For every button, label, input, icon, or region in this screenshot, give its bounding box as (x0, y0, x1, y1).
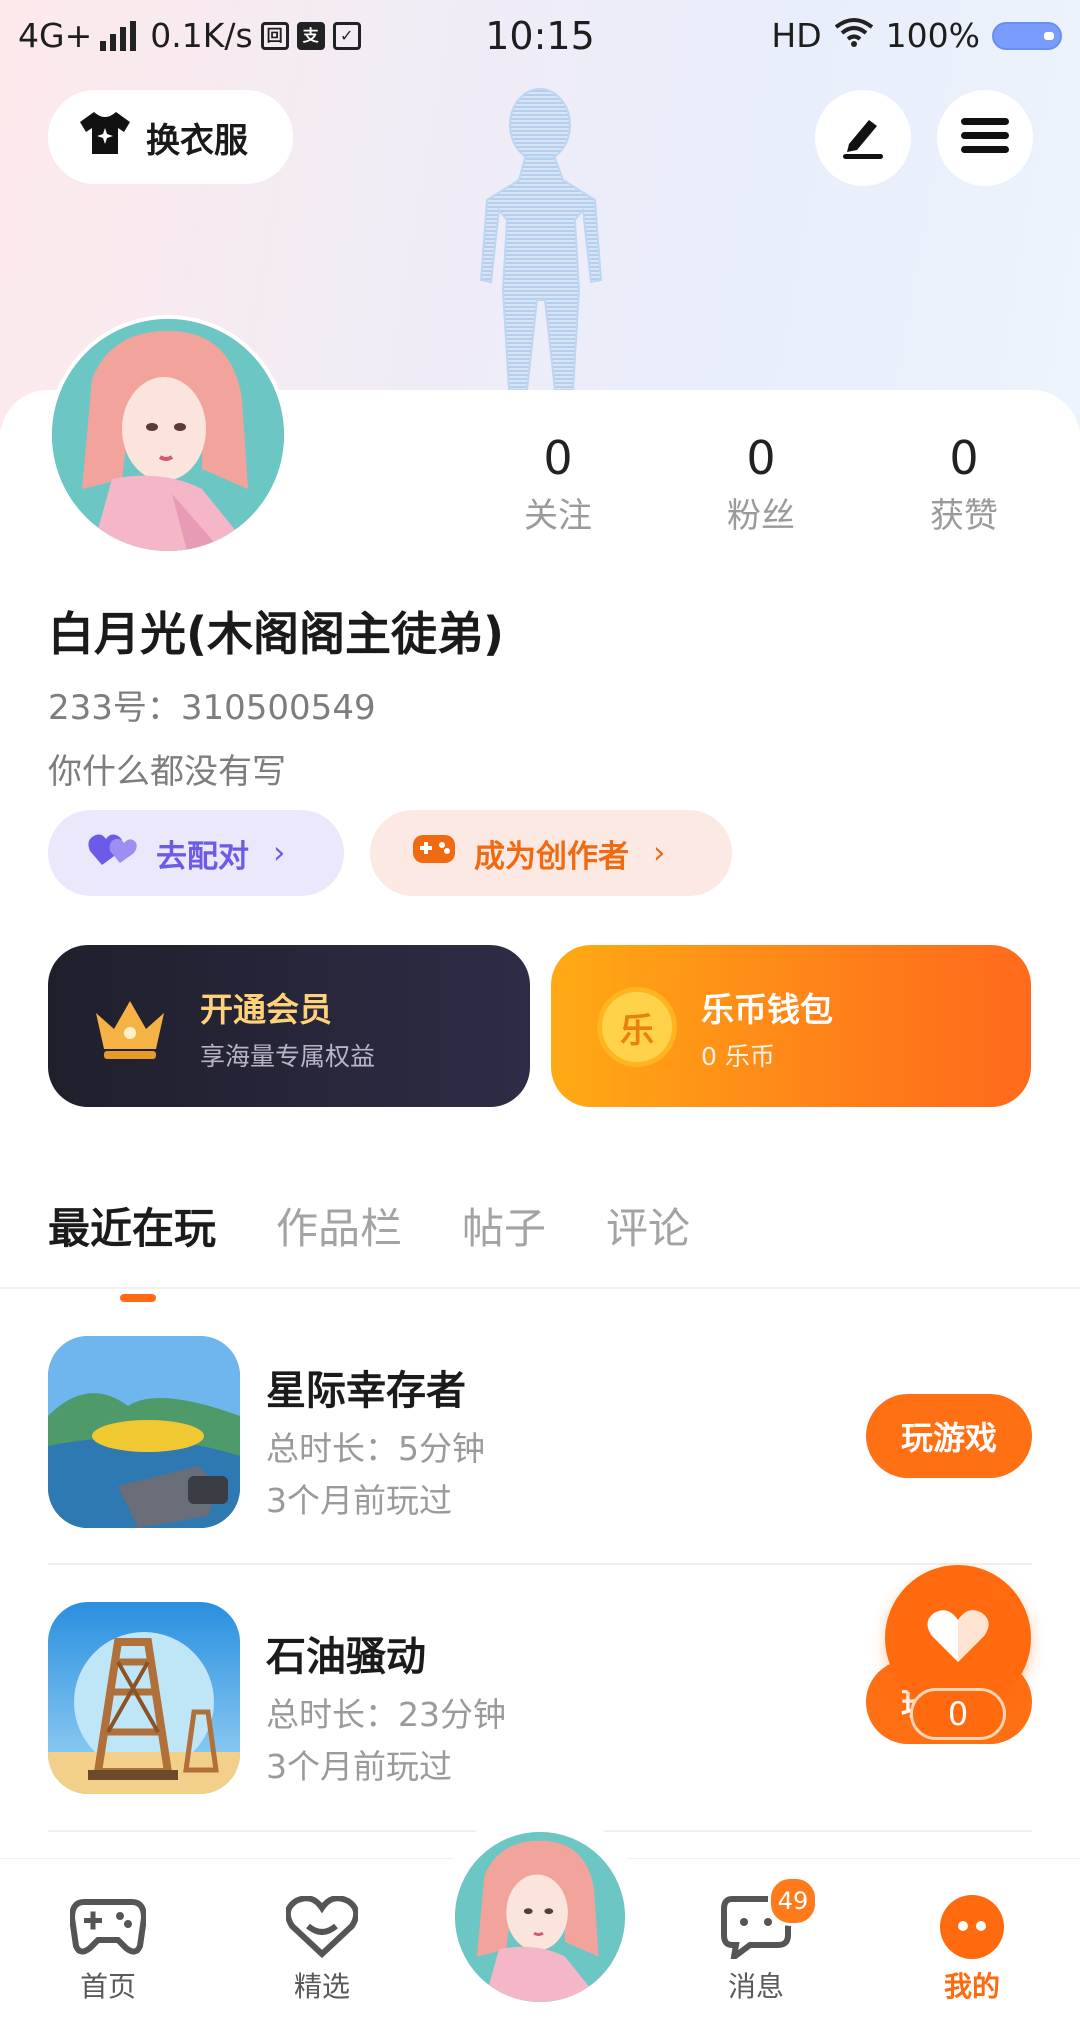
row-divider (48, 1563, 1032, 1565)
game-title: 星际幸存者 (266, 1368, 466, 1414)
change-outfit-label: 换衣服 (146, 120, 248, 161)
fans-label: 粉丝 (727, 496, 795, 536)
game-title: 石油骚动 (266, 1634, 426, 1680)
change-outfit-button[interactable]: 换衣服 (48, 90, 293, 184)
match-button[interactable]: 去配对 › (48, 810, 344, 896)
likes-count: 0 (949, 431, 979, 485)
coin-icon: 乐 (597, 987, 677, 1067)
heart-outline-icon (252, 1889, 392, 1965)
game-duration: 总时长：5分钟 (266, 1429, 485, 1468)
gamepad-icon (412, 832, 456, 874)
stat-following[interactable]: 0 关注 (478, 430, 638, 537)
vip-card[interactable]: 开通会员 享海量专属权益 (48, 945, 530, 1107)
content-tabs: 最近在玩 作品栏 帖子 评论 (48, 1195, 690, 1302)
tab-recently-played[interactable]: 最近在玩 (48, 1195, 216, 1302)
character-hologram (445, 70, 635, 391)
game-last-played: 3个月前玩过 (266, 1481, 452, 1520)
tab-comments[interactable]: 评论 (606, 1195, 690, 1256)
tab-works[interactable]: 作品栏 (276, 1195, 402, 1256)
likes-label: 获赞 (930, 496, 998, 536)
messages-badge: 49 (768, 1876, 818, 1926)
profile-bio: 你什么都没有写 (48, 752, 286, 792)
edit-profile-button[interactable] (815, 90, 911, 186)
profile-uid: 233号：310500549 (48, 688, 376, 728)
game-last-played: 3个月前玩过 (266, 1747, 452, 1786)
game-thumbnail (48, 1602, 240, 1794)
nav-home-label: 首页 (79, 1970, 136, 2003)
wallet-card[interactable]: 乐 乐币钱包 0 乐币 (551, 945, 1031, 1107)
game-thumbnail (48, 1336, 240, 1528)
game-duration: 总时长：23分钟 (266, 1695, 506, 1734)
battery-icon (992, 21, 1062, 50)
nav-featured[interactable]: 精选 (252, 1889, 392, 2005)
nav-home[interactable]: 首页 (38, 1889, 178, 2005)
battery-percent: 100% (885, 16, 980, 55)
gamepad-icon (38, 1889, 178, 1965)
wifi-icon (834, 16, 874, 55)
vip-subtitle: 享海量专属权益 (200, 1042, 376, 1071)
game-row[interactable]: 星际幸存者 总时长：5分钟 3个月前玩过 玩游戏 (48, 1336, 1032, 1528)
hearts-icon (88, 831, 138, 875)
vip-title: 开通会员 (200, 990, 332, 1029)
following-count: 0 (543, 431, 573, 485)
stat-likes[interactable]: 0 获赞 (884, 430, 1044, 537)
profile-avatar[interactable] (48, 315, 288, 555)
outfit-icon (78, 110, 132, 165)
become-creator-button[interactable]: 成为创作者 › (370, 810, 732, 896)
become-creator-label: 成为创作者 (474, 838, 629, 875)
pen-icon (839, 112, 887, 164)
user-face-icon (902, 1889, 1042, 1965)
tabs-divider (0, 1287, 1080, 1289)
hd-indicator: HD (771, 16, 822, 55)
profile-name: 白月光(木阁阁主徒弟) (48, 607, 505, 661)
floating-like-count: 0 (910, 1688, 1006, 1740)
chevron-right-icon: › (273, 835, 286, 871)
play-game-button[interactable]: 玩游戏 (866, 1394, 1032, 1478)
status-bar: 4G+ 0.1K/s 回 支 ✓ 10:15 HD 100% (0, 0, 1080, 74)
nav-mine[interactable]: 我的 (902, 1889, 1042, 2005)
nav-mine-label: 我的 (943, 1970, 1000, 2003)
chevron-right-icon: › (653, 835, 666, 871)
match-label: 去配对 (156, 838, 249, 875)
wallet-balance: 0 乐币 (701, 1042, 775, 1071)
nav-featured-label: 精选 (293, 1970, 350, 2003)
hamburger-icon (961, 116, 1009, 160)
center-avatar-button[interactable] (455, 1832, 625, 2002)
tab-posts[interactable]: 帖子 (462, 1195, 546, 1256)
crown-icon (90, 993, 170, 1067)
heart-icon (926, 1608, 990, 1668)
menu-button[interactable] (937, 90, 1033, 186)
stat-fans[interactable]: 0 粉丝 (681, 430, 841, 537)
nav-messages-label: 消息 (727, 1970, 784, 2003)
following-label: 关注 (524, 496, 592, 536)
wallet-title: 乐币钱包 (701, 990, 833, 1029)
fans-count: 0 (746, 431, 776, 485)
